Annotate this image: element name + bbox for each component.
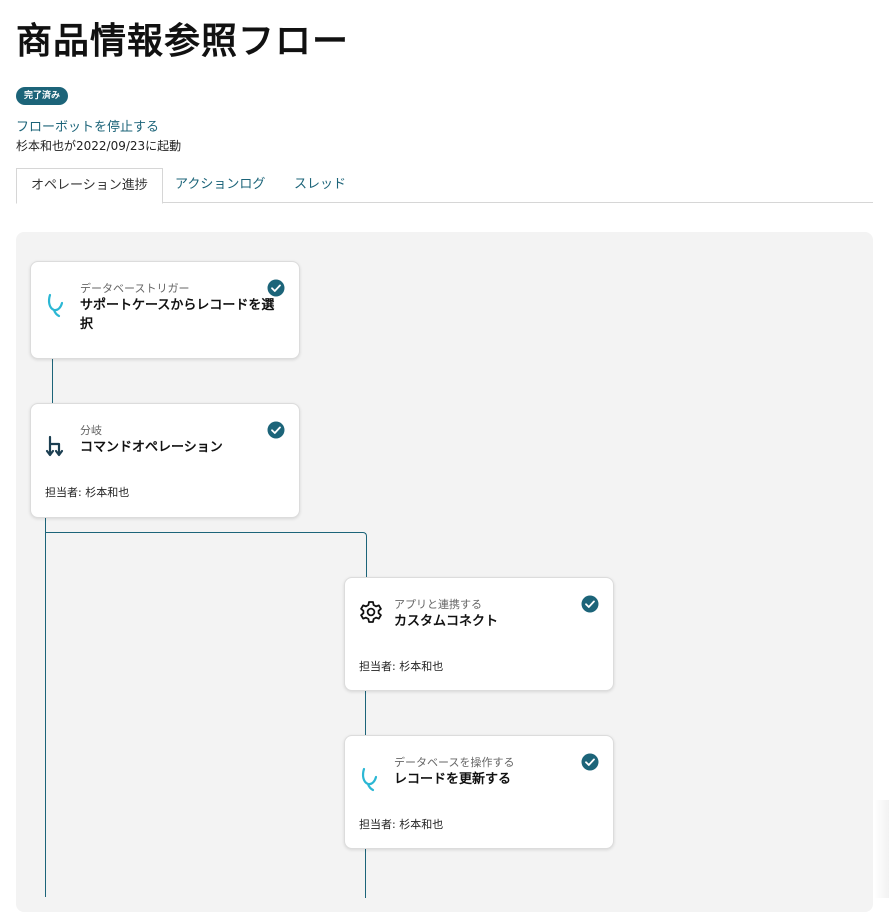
- card-type-label: データベーストリガー: [80, 282, 190, 295]
- tab-bar: オペレーション進捗 アクションログ スレッド: [16, 168, 873, 204]
- flow-canvas: データベーストリガー サポートケースからレコードを選択 分岐 コマンドオペレーシ…: [16, 232, 873, 912]
- page-title: 商品情報参照フロー: [16, 21, 350, 62]
- assignee-label: 担当者: 杉本和也: [359, 818, 444, 831]
- card-type-label: データベースを操作する: [394, 756, 515, 769]
- card-title: コマンドオペレーション: [80, 440, 223, 455]
- card-title: サポートケースからレコードを選択: [80, 298, 275, 332]
- tab-thread[interactable]: スレッド: [294, 168, 346, 202]
- branch-connector: [46, 532, 367, 577]
- card-type-label: 分岐: [80, 424, 102, 437]
- check-circle-icon: [581, 753, 599, 771]
- tab-operation-progress[interactable]: オペレーション進捗: [16, 168, 163, 204]
- tab-action-log[interactable]: アクションログ: [175, 168, 265, 202]
- connector-line: [365, 848, 366, 898]
- check-circle-icon: [267, 279, 285, 297]
- connector-line: [52, 358, 53, 404]
- database-icon: [361, 767, 378, 792]
- flow-card-custom-connect[interactable]: アプリと連携する カスタムコネクト 担当者: 杉本和也: [344, 577, 614, 691]
- started-by-text: 杉本和也が2022/09/23に起動: [16, 139, 182, 153]
- flow-card-branch[interactable]: 分岐 コマンドオペレーション 担当者: 杉本和也: [30, 403, 300, 518]
- branch-icon: [45, 435, 64, 457]
- check-circle-icon: [581, 595, 599, 613]
- stop-flowbot-link[interactable]: フローボットを停止する: [16, 116, 159, 135]
- card-title: レコードを更新する: [394, 772, 512, 787]
- gear-icon: [360, 601, 382, 623]
- flow-card-database-trigger[interactable]: データベーストリガー サポートケースからレコードを選択: [30, 261, 300, 359]
- card-type-label: アプリと連携する: [394, 598, 482, 611]
- assignee-label: 担当者: 杉本和也: [45, 486, 130, 499]
- status-badge: 完了済み: [16, 87, 69, 105]
- flow-card-update-record[interactable]: データベースを操作する レコードを更新する 担当者: 杉本和也: [344, 735, 614, 849]
- database-icon: [47, 293, 64, 318]
- card-title: カスタムコネクト: [394, 614, 499, 629]
- edge-shadow: [874, 800, 889, 898]
- check-circle-icon: [267, 421, 285, 439]
- assignee-label: 担当者: 杉本和也: [359, 660, 444, 673]
- connector-line: [365, 690, 366, 735]
